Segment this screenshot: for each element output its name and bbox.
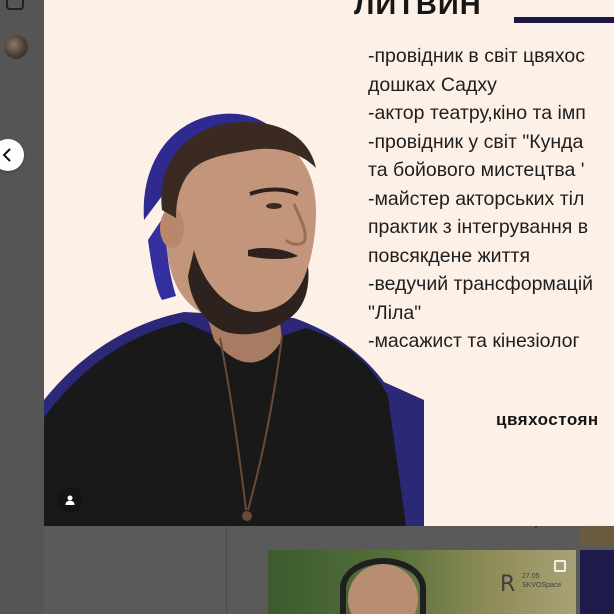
post-title: ЛИТВИН bbox=[354, 0, 482, 21]
square-icon[interactable] bbox=[6, 0, 24, 10]
grid-thumbnail[interactable] bbox=[580, 526, 614, 546]
instagram-post-viewer: R 27.05 SKVOSpace › ЛИТВИН -провідник в … bbox=[0, 0, 614, 614]
grid-divider bbox=[226, 526, 227, 614]
chevron-left-icon bbox=[2, 148, 11, 162]
hashtag-text: цвяхостоян bbox=[496, 410, 599, 429]
post-image: ЛИТВИН -провідник в світ цвяхос дошках С… bbox=[44, 0, 614, 526]
portrait-photo bbox=[44, 113, 424, 526]
brand-logo: R bbox=[500, 572, 516, 597]
thumbnail-date: 27.05 bbox=[522, 573, 540, 580]
grid-thumbnail[interactable] bbox=[580, 550, 614, 614]
bio-line: дошках Садху bbox=[368, 73, 497, 96]
carousel-icon bbox=[554, 560, 566, 572]
left-rail bbox=[0, 0, 44, 614]
person-tag-icon bbox=[65, 495, 75, 505]
thumbnail-brand: SKVOSpace bbox=[522, 582, 562, 589]
thumbnail-caption: 27.05 SKVOSpace bbox=[522, 572, 561, 590]
bio-line: -провідник в світ цвяхос bbox=[368, 45, 585, 67]
grid-thumbnail[interactable]: R 27.05 SKVOSpace bbox=[268, 550, 576, 614]
profile-avatar[interactable] bbox=[4, 35, 28, 59]
headphones-icon bbox=[340, 558, 426, 614]
title-underline bbox=[514, 17, 614, 23]
tag-people-button[interactable] bbox=[57, 487, 83, 513]
